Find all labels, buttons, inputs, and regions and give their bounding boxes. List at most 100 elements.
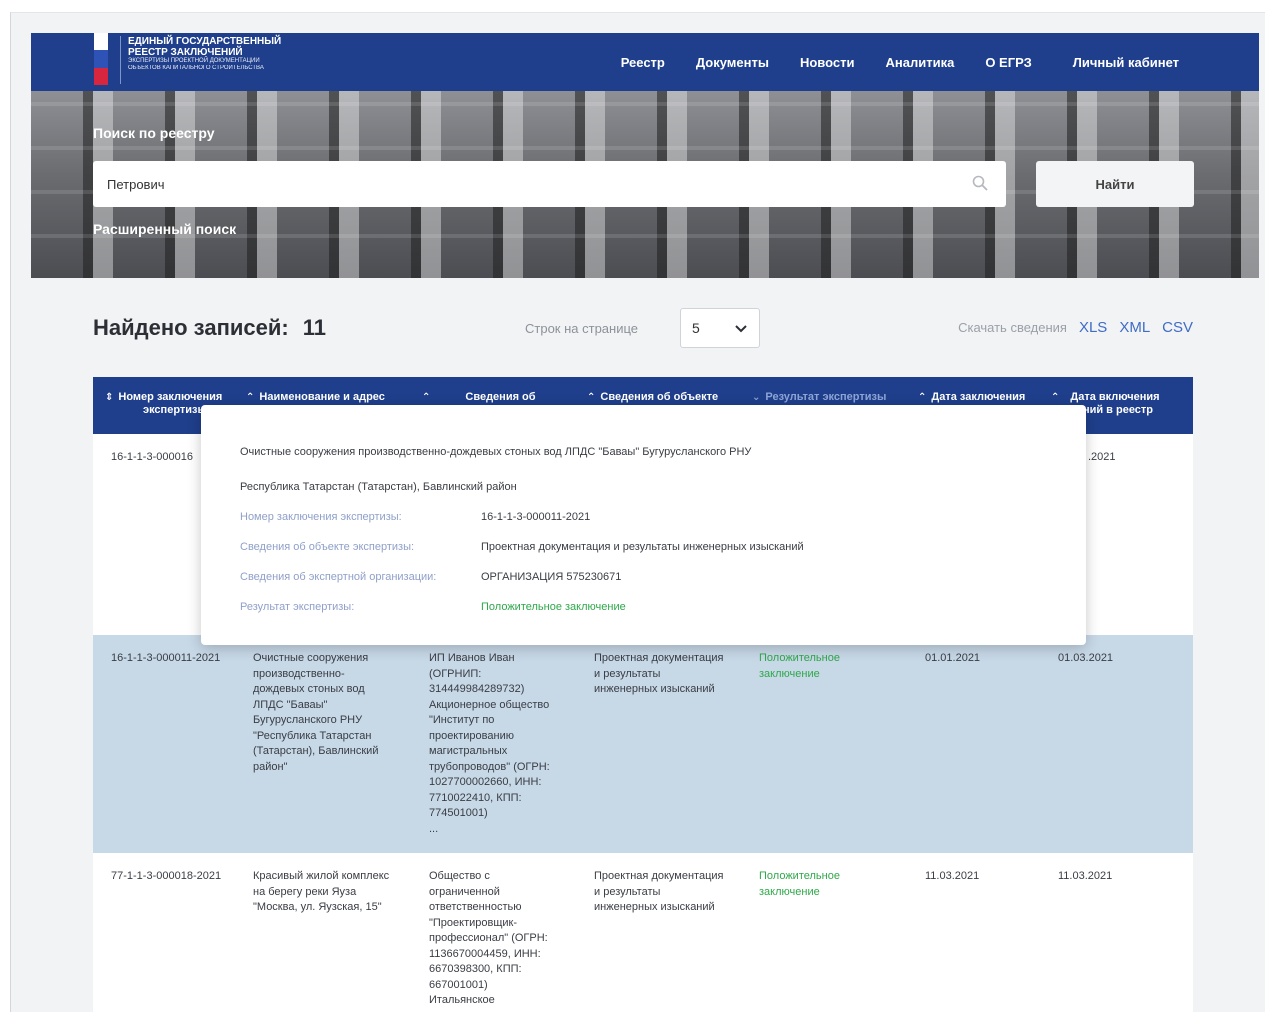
cell-line: на берегу реки Яуза [253, 885, 357, 898]
cell-line: Положительное [759, 870, 840, 882]
download-csv-link[interactable]: CSV [1162, 319, 1193, 336]
column-label: Наименование и адрес [259, 391, 385, 403]
logo-line: ЕДИНЫЙ ГОСУДАРСТВЕННЫЙ [128, 36, 282, 47]
cell-number: 77-1-1-3-000018-2021 [111, 870, 222, 882]
table-row[interactable]: 16-1-1-3-000011-2021 Очистные сооружения… [93, 635, 1193, 853]
cell-line: 7710022410, КПП: [429, 791, 522, 804]
cell-line: трубопроводов" (ОГРН: [429, 760, 550, 773]
nav-documents[interactable]: Документы [696, 55, 769, 70]
cell-line: инженерных изысканий [594, 683, 715, 695]
sort-icon: ⌃ [1051, 392, 1060, 403]
logo-line: РЕЕСТР ЗАКЛЮЧЕНИЙ [128, 47, 243, 58]
cell-line: "Проектировщик- [429, 916, 518, 929]
column-header-result[interactable]: ⌄ Результат экспертизы [752, 391, 886, 404]
nav-news[interactable]: Новости [800, 55, 855, 70]
cell-line: ЛПДС "Баваы" [253, 698, 328, 711]
advanced-search-link[interactable]: Расширенный поиск [93, 221, 236, 237]
cell-line: Общество с [429, 870, 490, 882]
cell-object: Проектная документация и результаты инже… [594, 651, 723, 698]
column-label-2: экспертизы [143, 404, 207, 416]
search-input[interactable] [107, 161, 947, 207]
found-label: Найдено записей: [93, 315, 289, 340]
logo-subline: ЭКСПЕРТИЗЫ ПРОЕКТНОЙ ДОКУМЕНТАЦИИ [128, 58, 260, 64]
cell-line: (Татарстан), Бавлинский [253, 745, 379, 757]
download-xls-link[interactable]: XLS [1079, 319, 1107, 336]
cell-line: ИП Иванов Иван [429, 652, 515, 664]
popup-field-value: 16-1-1-3-000011-2021 [481, 511, 591, 523]
cell-line: район" [253, 760, 288, 773]
column-label: Сведения об объекте [600, 391, 719, 403]
cell-org: Общество с ограниченной ответственностью… [429, 869, 548, 1009]
column-header-date-conclusion[interactable]: ⌃ Дата заключения [918, 391, 1025, 404]
cell-line: Итальянское [429, 994, 495, 1006]
nav-registry[interactable]: Реестр [621, 55, 665, 70]
cell-line: 667001001) [429, 978, 488, 991]
sort-icon: ⌃ [918, 392, 927, 403]
popup-address: Республика Татарстан (Татарстан), Бавлин… [240, 481, 517, 493]
cell-line: Положительное [759, 652, 840, 664]
cell-date-inclusion: 11.03.2021 [1058, 870, 1113, 882]
rows-per-page-label: Строк на странице [525, 321, 639, 336]
cell-line: (ОГРНИП: [429, 667, 482, 680]
cell-line: Красивый жилой комплекс [253, 870, 390, 882]
cell-line: проектированию [429, 729, 514, 742]
sort-icon: ⌃ [422, 392, 431, 403]
search-title: Поиск по реестру [93, 125, 215, 141]
cell-line: 774501001) [429, 807, 488, 819]
popup-field-value: Положительное заключение [481, 601, 626, 613]
search-hero: Поиск по реестру Найти Расширенный поиск [31, 91, 1259, 278]
cell-line: дождевых стоных вод [253, 683, 365, 695]
cell-number: 16-1-1-3-000011-2021 [111, 652, 221, 664]
chevron-down-icon [735, 325, 747, 333]
search-icon[interactable] [972, 175, 988, 191]
cell-line: Акционерное общество [429, 698, 550, 711]
popup-field-label: Сведения об объекте экспертизы: [240, 541, 415, 553]
cell-line: магистральных [429, 745, 508, 757]
cell-line: и результаты [594, 885, 661, 898]
cell-object: Проектная документация и результаты инже… [594, 869, 723, 916]
sort-icon: ⌄ [752, 392, 761, 403]
russian-flag-logo [94, 33, 108, 85]
cell-line: "Республика Татарстан [253, 729, 372, 742]
cell-line: 1027700002660, ИНН: [429, 776, 542, 788]
cell-line: Проектная документация [594, 652, 724, 664]
cell-line: Очистные сооружения [253, 652, 369, 664]
cell-date-inclusion: 01.03.2021 [1058, 652, 1114, 664]
site-logo[interactable]: ЕДИНЫЙ ГОСУДАРСТВЕННЫЙ РЕЕСТР ЗАКЛЮЧЕНИЙ… [128, 36, 318, 72]
nav-analytics[interactable]: Аналитика [885, 55, 954, 70]
nav-account[interactable]: Личный кабинет [1073, 55, 1179, 70]
column-header-org[interactable]: ⌃ Сведения об [422, 391, 536, 404]
popup-field-label: Результат экспертизы: [240, 601, 355, 613]
download-xml-link[interactable]: XML [1119, 319, 1150, 336]
table-row[interactable]: 77-1-1-3-000018-2021 Красивый жилой комп… [93, 853, 1193, 1012]
cell-line: ... [429, 822, 439, 835]
cell-name: Очистные сооружения производственно- дож… [253, 651, 378, 775]
sort-icon: ⌃ [587, 392, 596, 403]
popup-field-label: Сведения об экспертной организации: [240, 571, 437, 583]
popup-field-value: ОРГАНИЗАЦИЯ 575230671 [481, 571, 622, 583]
cell-date-inclusion: .2021 [1088, 451, 1116, 463]
column-label: Результат экспертизы [765, 391, 887, 403]
column-label: Дата включения [1070, 391, 1160, 403]
rows-per-page-value: 5 [692, 320, 700, 336]
download-label: Скачать сведения [958, 320, 1067, 335]
column-header-name[interactable]: ⌃ Наименование и адрес [246, 391, 385, 404]
nav-about[interactable]: О ЕГРЗ [985, 55, 1031, 70]
rows-per-page-select[interactable]: 5 [680, 308, 760, 348]
cell-number: 16-1-1-3-000016 [111, 451, 193, 463]
cell-line: заключение [759, 667, 820, 680]
popup-title: Очистные сооружения производственно-дожд… [240, 446, 752, 458]
found-count: Найдено записей: 11 [93, 315, 326, 341]
cell-line: производственно- [253, 667, 345, 680]
cell-line: и результаты [594, 667, 661, 680]
find-button[interactable]: Найти [1036, 161, 1194, 207]
cell-line: ограниченной [429, 885, 500, 898]
cell-line: инженерных изысканий [594, 901, 715, 913]
column-header-object[interactable]: ⌃ Сведения об объекте [587, 391, 718, 404]
page-frame: ЕДИНЫЙ ГОСУДАРСТВЕННЫЙ РЕЕСТР ЗАКЛЮЧЕНИЙ… [10, 12, 1265, 1012]
main-nav: Реестр Документы Новости Аналитика О ЕГР… [621, 33, 1179, 91]
sort-icon: ⇕ [105, 392, 114, 403]
cell-line: "Институт по [429, 714, 495, 726]
logo-divider [120, 36, 121, 84]
column-label: Сведения об [465, 391, 536, 403]
